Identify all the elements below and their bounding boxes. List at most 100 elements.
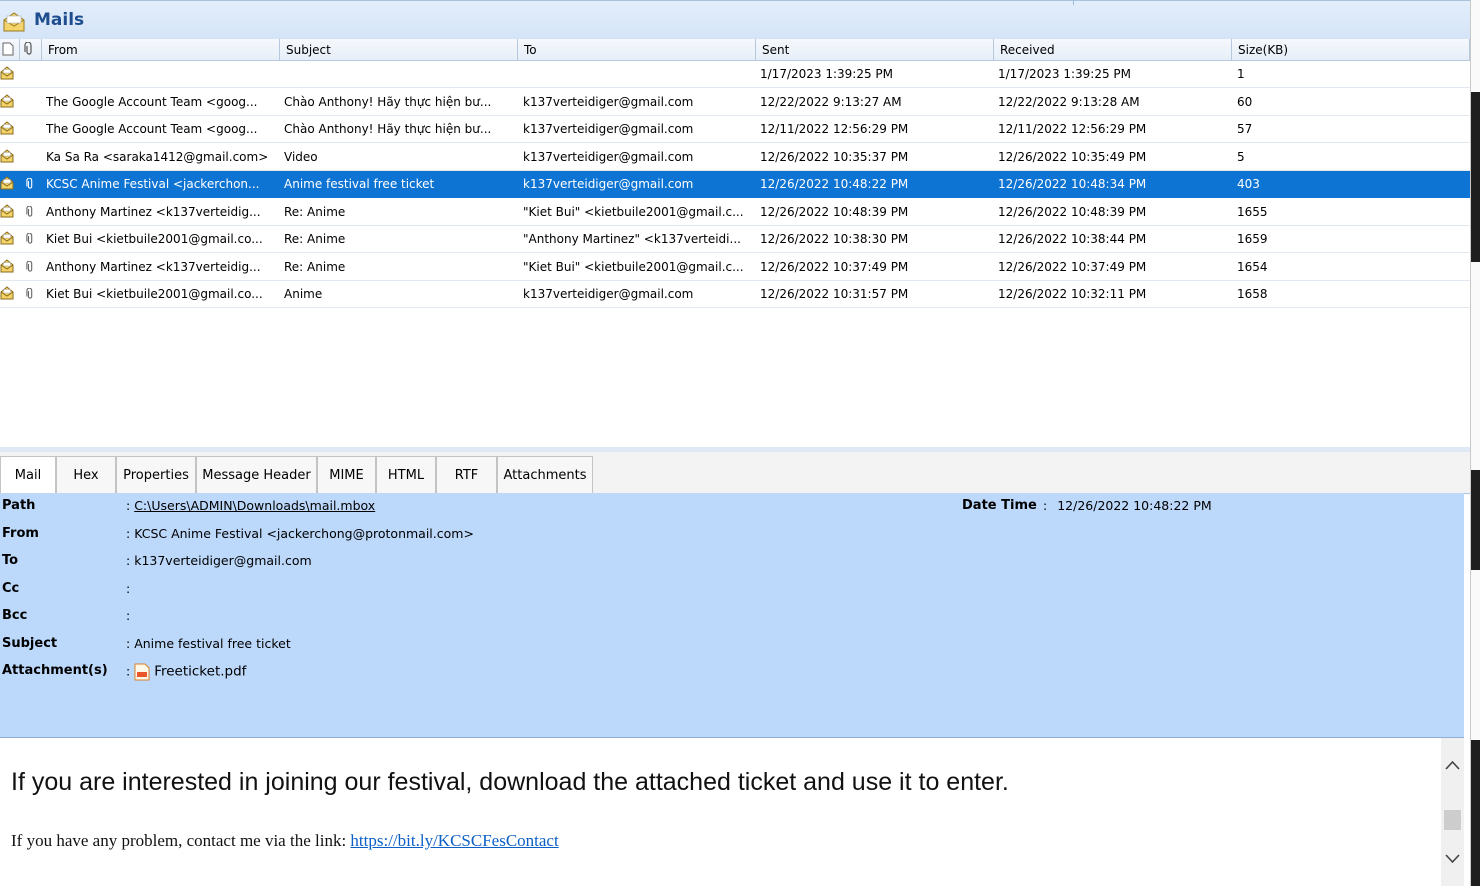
- mail-row[interactable]: Anthony Martinez <k137verteidig... Re: An…: [0, 254, 1470, 281]
- attachment-paperclip-icon: [26, 232, 34, 248]
- path-label: Path: [2, 498, 36, 513]
- contact-link[interactable]: https://bit.ly/KCSCFesContact: [350, 831, 558, 850]
- subject-label: Subject: [2, 636, 58, 651]
- scroll-thumb[interactable]: [1444, 810, 1461, 830]
- mail-sent-cell: 12/11/2022 12:56:29 PM: [760, 122, 909, 136]
- adjacent-window-edge: [1470, 0, 1480, 886]
- mail-from-cell: The Google Account Team <goog...: [46, 94, 258, 109]
- column-to[interactable]: To: [518, 39, 756, 60]
- mail-received-cell: 12/11/2022 12:56:29 PM: [998, 122, 1147, 136]
- body-line-1: If you are interested in joining our fes…: [11, 768, 1009, 796]
- column-sent[interactable]: Sent: [756, 39, 994, 60]
- attachments-value-row: : Freeticket.pdf: [126, 663, 246, 681]
- from-value: KCSC Anime Festival <jackerchong@protonm…: [134, 526, 474, 541]
- mail-sent-cell: 12/26/2022 10:48:39 PM: [760, 204, 909, 219]
- path-link[interactable]: C:\Users\ADMIN\Downloads\mail.mbox: [134, 498, 375, 513]
- column-from[interactable]: From: [42, 39, 280, 60]
- mail-from-cell: Ka Sa Ra <saraka1412@gmail.com>: [46, 149, 269, 164]
- mail-to-cell: k137verteidiger@gmail.com: [523, 177, 694, 191]
- tab-mime[interactable]: MIME: [317, 456, 376, 493]
- mail-row[interactable]: Kiet Bui <kietbuile2001@gmail.co... Anime…: [0, 281, 1470, 308]
- mail-row[interactable]: 1/17/2023 1:39:25 PM 1/17/2023 1:39:25 PM…: [0, 61, 1470, 88]
- body-line-2-text: If you have any problem, contact me via …: [11, 831, 351, 850]
- mail-to-cell: [523, 61, 759, 88]
- mail-size-cell: 1658: [1237, 287, 1268, 301]
- mail-row[interactable]: Anthony Martinez <k137verteidig... Re: An…: [0, 199, 1470, 226]
- mail-to-cell: k137verteidiger@gmail.com: [523, 287, 694, 301]
- colon: :: [126, 636, 131, 651]
- adjacent-panel: [1471, 92, 1480, 262]
- mail-size-cell: 1655: [1237, 204, 1268, 219]
- mail-sent-cell: 12/26/2022 10:48:22 PM: [760, 177, 909, 191]
- tab-message-header[interactable]: Message Header: [196, 456, 317, 493]
- mail-envelope-icon: [0, 203, 14, 221]
- mail-size-cell: 1654: [1237, 259, 1268, 274]
- tab-mail[interactable]: Mail: [0, 456, 56, 493]
- mail-envelope-icon: [0, 286, 14, 303]
- mail-subject-cell: Chào Anthony! Hãy thực hiện bư...: [284, 122, 492, 136]
- mail-received-cell: 12/26/2022 10:37:49 PM: [998, 259, 1147, 274]
- mail-received-cell: 12/26/2022 10:48:39 PM: [998, 204, 1147, 219]
- mail-row[interactable]: The Google Account Team <goog... Chào Ant…: [0, 89, 1470, 116]
- tab-rtf[interactable]: RTF: [436, 456, 497, 493]
- mail-row[interactable]: The Google Account Team <goog... Chào Ant…: [0, 116, 1470, 143]
- mail-from-cell: Kiet Bui <kietbuile2001@gmail.co...: [46, 287, 263, 301]
- mail-subject-cell: Re: Anime: [284, 259, 346, 274]
- mail-size-cell: 403: [1237, 177, 1260, 191]
- mail-row[interactable]: Kiet Bui <kietbuile2001@gmail.co... Re: A…: [0, 226, 1470, 253]
- mail-to-cell: "Anthony Martinez" <k137verteidi...: [523, 232, 741, 246]
- attachment-filename[interactable]: Freeticket.pdf: [154, 664, 246, 680]
- window-title: Mails: [34, 10, 85, 30]
- body-scrollbar[interactable]: [1441, 738, 1464, 886]
- datetime-label: Date Time: [962, 498, 1037, 513]
- cc-label: Cc: [2, 581, 20, 596]
- from-label: From: [2, 526, 39, 541]
- subject-value: Anime festival free ticket: [134, 636, 291, 651]
- mail-subject-cell: Re: Anime: [284, 232, 346, 246]
- attachments-label: Attachment(s): [2, 663, 108, 678]
- subject-value-row: : Anime festival free ticket: [126, 636, 291, 651]
- bcc-label: Bcc: [2, 608, 28, 623]
- tab-hex[interactable]: Hex: [56, 456, 116, 493]
- mail-from-cell: Kiet Bui <kietbuile2001@gmail.co...: [46, 232, 263, 246]
- tab-attachments[interactable]: Attachments: [497, 456, 593, 493]
- mail-size-cell: 1659: [1237, 232, 1268, 246]
- mail-to-cell: k137verteidiger@gmail.com: [523, 94, 694, 109]
- mail-envelope-icon: [0, 93, 14, 111]
- column-size[interactable]: Size(KB): [1232, 39, 1470, 60]
- column-received[interactable]: Received: [994, 39, 1232, 60]
- mail-size-cell: 60: [1237, 94, 1253, 109]
- mail-subject-cell: Re: Anime: [284, 204, 346, 219]
- mail-sent-cell: 12/26/2022 10:31:57 PM: [760, 287, 909, 301]
- tab-properties[interactable]: Properties: [116, 456, 196, 493]
- mail-envelope-icon: [0, 148, 14, 166]
- column-attachment-header[interactable]: [20, 39, 42, 60]
- mail-row[interactable]: Ka Sa Ra <saraka1412@gmail.com> Video k137…: [0, 144, 1470, 171]
- title-divider: [1073, 0, 1074, 5]
- column-icon-header[interactable]: [0, 39, 20, 60]
- mail-received-cell: 12/22/2022 9:13:28 AM: [998, 94, 1140, 109]
- open-mail-icon: [2, 11, 26, 36]
- mail-from-cell: The Google Account Team <goog...: [46, 122, 258, 136]
- mail-from-cell: [46, 61, 282, 88]
- scroll-up-icon[interactable]: [1441, 756, 1464, 776]
- tab-html[interactable]: HTML: [376, 456, 436, 493]
- scroll-down-icon[interactable]: [1441, 848, 1464, 868]
- mail-subject-cell: Anime: [284, 287, 323, 301]
- mail-sent-cell: 12/22/2022 9:13:27 AM: [760, 94, 902, 109]
- body-line-2: If you have any problem, contact me via …: [11, 831, 559, 851]
- mail-sent-cell: 12/26/2022 10:35:37 PM: [760, 149, 909, 164]
- to-value-row: : k137verteidiger@gmail.com: [126, 553, 312, 568]
- mail-sent-cell: 1/17/2023 1:39:25 PM: [760, 67, 894, 81]
- mail-subject-cell: Chào Anthony! Hãy thực hiện bư...: [284, 94, 492, 109]
- attachment-item[interactable]: Freeticket.pdf: [134, 663, 246, 681]
- mail-subject-cell: Anime festival free ticket: [284, 177, 435, 191]
- column-subject[interactable]: Subject: [280, 39, 518, 60]
- cc-value-row: :: [126, 581, 130, 596]
- mail-received-cell: 12/26/2022 10:35:49 PM: [998, 149, 1147, 164]
- mail-subject-cell: Video: [284, 149, 318, 164]
- mails-title-bar: Mails: [0, 0, 1470, 40]
- colon: :: [126, 663, 131, 679]
- pdf-file-icon: [134, 663, 150, 681]
- mail-row[interactable]: KCSC Anime Festival <jackerchon... Anime …: [0, 171, 1470, 198]
